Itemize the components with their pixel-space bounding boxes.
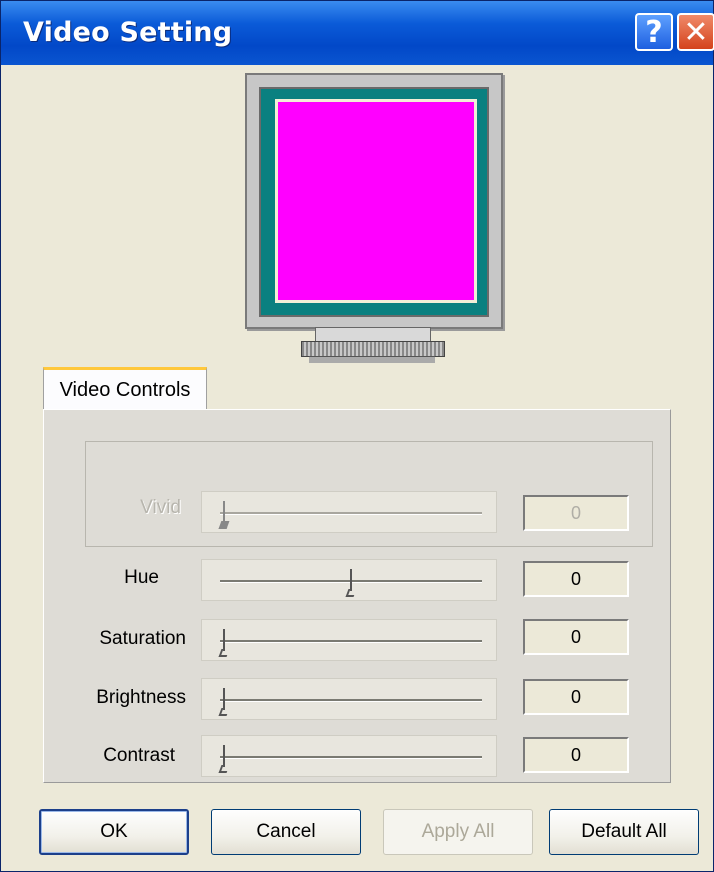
saturation-label: Saturation bbox=[99, 628, 186, 649]
video-setting-dialog: Video Setting ? ✕ Video Controls Vivid 0… bbox=[0, 0, 714, 872]
hue-slider[interactable] bbox=[201, 559, 497, 601]
vivid-slider bbox=[201, 491, 497, 533]
default-all-button[interactable]: Default All bbox=[549, 809, 699, 855]
cancel-button[interactable]: Cancel bbox=[211, 809, 361, 855]
brightness-slider-track bbox=[220, 699, 482, 702]
saturation-slider[interactable] bbox=[201, 619, 497, 661]
contrast-slider-thumb[interactable] bbox=[220, 745, 228, 771]
brightness-slider-thumb[interactable] bbox=[220, 688, 228, 714]
monitor-icon bbox=[245, 73, 503, 329]
vivid-slider-track bbox=[220, 512, 482, 515]
monitor-bezel bbox=[259, 87, 489, 317]
saturation-slider-track bbox=[220, 640, 482, 643]
contrast-label: Contrast bbox=[103, 745, 175, 766]
monitor-foot bbox=[309, 356, 435, 363]
vivid-value: 0 bbox=[523, 495, 629, 531]
contrast-slider[interactable] bbox=[201, 735, 497, 777]
hue-slider-thumb[interactable] bbox=[347, 569, 355, 595]
preview-screen bbox=[275, 99, 477, 303]
hue-label: Hue bbox=[124, 567, 159, 588]
ok-button[interactable]: OK bbox=[39, 809, 189, 855]
close-button[interactable]: ✕ bbox=[677, 13, 714, 51]
monitor-preview bbox=[237, 73, 507, 365]
brightness-slider[interactable] bbox=[201, 678, 497, 720]
monitor-base bbox=[301, 341, 445, 357]
brightness-value[interactable]: 0 bbox=[523, 679, 629, 715]
vivid-slider-thumb bbox=[220, 501, 228, 527]
hue-value[interactable]: 0 bbox=[523, 561, 629, 597]
close-icon: ✕ bbox=[683, 14, 709, 50]
saturation-slider-thumb[interactable] bbox=[220, 629, 228, 655]
help-button[interactable]: ? bbox=[635, 13, 673, 51]
tab-video-controls[interactable]: Video Controls bbox=[43, 367, 207, 411]
vivid-label: Vivid bbox=[140, 497, 181, 518]
brightness-label: Brightness bbox=[96, 687, 186, 708]
window-title: Video Setting bbox=[23, 17, 233, 48]
apply-all-button: Apply All bbox=[383, 809, 533, 855]
help-icon: ? bbox=[645, 14, 663, 50]
contrast-slider-track bbox=[220, 756, 482, 759]
saturation-value[interactable]: 0 bbox=[523, 619, 629, 655]
title-bar[interactable]: Video Setting ? ✕ bbox=[1, 1, 714, 65]
contrast-value[interactable]: 0 bbox=[523, 737, 629, 773]
